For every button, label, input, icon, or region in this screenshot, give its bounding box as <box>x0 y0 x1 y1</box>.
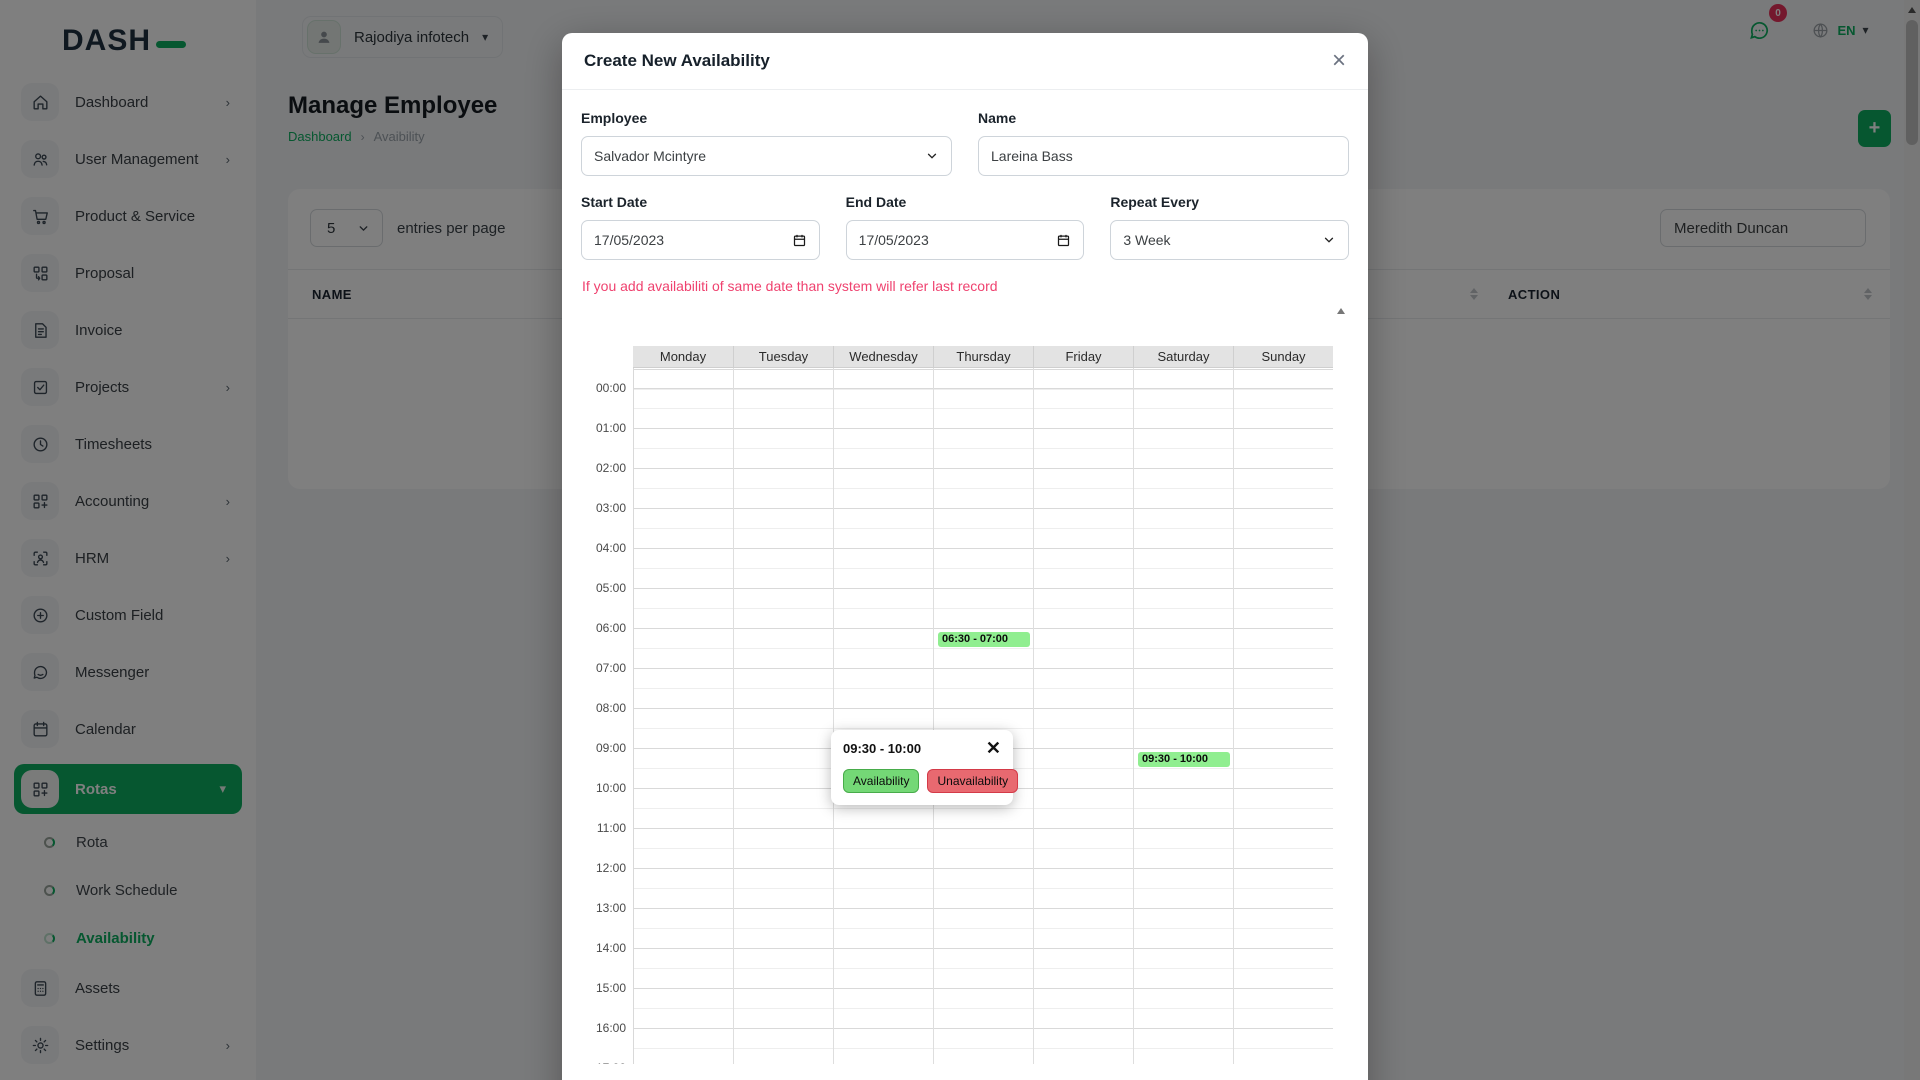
day-header-sunday: Sunday <box>1233 346 1333 367</box>
day-header-tuesday: Tuesday <box>733 346 833 367</box>
employee-field-group: Employee Salvador Mcintyre <box>581 110 952 176</box>
time-label: 00:00 <box>582 381 626 395</box>
unavailability-button[interactable]: Unavailability <box>927 769 1018 793</box>
time-label: 10:00 <box>582 781 626 795</box>
chevron-down-icon <box>925 149 939 163</box>
start-date-group: Start Date 17/05/2023 <box>581 194 820 260</box>
time-label: 11:00 <box>582 821 626 835</box>
calendar-grid[interactable]: 09:30 - 10:00 ✕ Availability Unavailabil… <box>633 368 1333 1064</box>
repeat-every-select[interactable]: 3 Week <box>1110 220 1349 260</box>
repeat-every-group: Repeat Every 3 Week <box>1110 194 1349 260</box>
repeat-every-label: Repeat Every <box>1110 194 1349 210</box>
time-label: 17:00 <box>582 1061 626 1064</box>
calendar-day-header: MondayTuesdayWednesdayThursdayFridaySatu… <box>633 346 1333 368</box>
time-label: 09:00 <box>582 741 626 755</box>
time-label: 14:00 <box>582 941 626 955</box>
availability-event[interactable]: 09:30 - 10:00 <box>1138 752 1230 767</box>
create-availability-modal: Create New Availability × Employee Salva… <box>562 33 1368 1080</box>
day-header-friday: Friday <box>1033 346 1133 367</box>
modal-body: Employee Salvador Mcintyre Name Lareina … <box>562 90 1368 1064</box>
day-header-thursday: Thursday <box>933 346 1033 367</box>
time-label: 07:00 <box>582 661 626 675</box>
time-label: 15:00 <box>582 981 626 995</box>
time-label: 13:00 <box>582 901 626 915</box>
slot-popover: 09:30 - 10:00 ✕ Availability Unavailabil… <box>831 730 1013 805</box>
close-icon[interactable]: × <box>1332 49 1346 73</box>
name-field-group: Name Lareina Bass <box>978 110 1349 176</box>
time-label: 08:00 <box>582 701 626 715</box>
name-label: Name <box>978 110 1349 126</box>
modal-header: Create New Availability × <box>562 33 1368 90</box>
day-header-saturday: Saturday <box>1133 346 1233 367</box>
calendar-icon <box>1056 233 1071 248</box>
time-label: 03:00 <box>582 501 626 515</box>
end-date-group: End Date 17/05/2023 <box>846 194 1085 260</box>
day-header-wednesday: Wednesday <box>833 346 933 367</box>
employee-label: Employee <box>581 110 952 126</box>
close-icon[interactable]: ✕ <box>986 741 1001 755</box>
employee-select[interactable]: Salvador Mcintyre <box>581 136 952 176</box>
repeat-every-value: 3 Week <box>1123 232 1322 248</box>
chevron-down-icon <box>1322 233 1336 247</box>
start-date-value: 17/05/2023 <box>594 232 792 248</box>
employee-value: Salvador Mcintyre <box>594 148 925 164</box>
time-label: 16:00 <box>582 1021 626 1035</box>
time-label: 05:00 <box>582 581 626 595</box>
start-date-label: Start Date <box>581 194 820 210</box>
same-date-warning: If you add availabiliti of same date tha… <box>582 278 1348 294</box>
end-date-label: End Date <box>846 194 1085 210</box>
end-date-input[interactable]: 17/05/2023 <box>846 220 1085 260</box>
availability-button[interactable]: Availability <box>843 769 919 793</box>
availability-event[interactable]: 06:30 - 07:00 <box>938 632 1030 647</box>
day-header-monday: Monday <box>633 346 733 367</box>
time-label: 12:00 <box>582 861 626 875</box>
calendar-icon <box>792 233 807 248</box>
availability-calendar[interactable]: MondayTuesdayWednesdayThursdayFridaySatu… <box>581 304 1349 1064</box>
time-label: 02:00 <box>582 461 626 475</box>
end-date-value: 17/05/2023 <box>859 232 1057 248</box>
popover-time-label: 09:30 - 10:00 <box>843 741 921 756</box>
start-date-input[interactable]: 17/05/2023 <box>581 220 820 260</box>
time-label: 01:00 <box>582 421 626 435</box>
name-input[interactable]: Lareina Bass <box>978 136 1349 176</box>
modal-title: Create New Availability <box>584 51 770 71</box>
time-label: 06:00 <box>582 621 626 635</box>
name-value: Lareina Bass <box>991 148 1336 164</box>
time-label: 04:00 <box>582 541 626 555</box>
